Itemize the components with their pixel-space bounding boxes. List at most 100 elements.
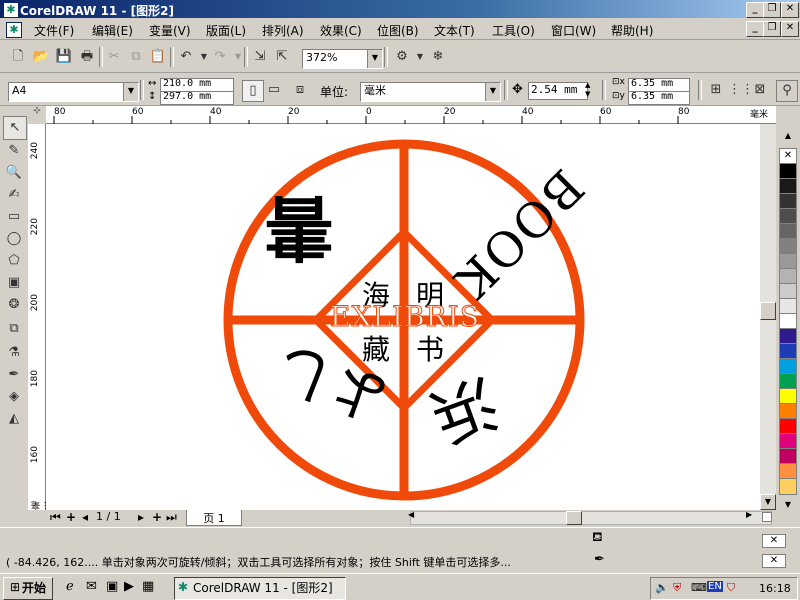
outline-tool-icon[interactable]: ✒ [3,364,25,386]
menu-layout[interactable]: 版面(L) [206,22,246,39]
menu-tools[interactable]: 工具(O) [492,22,535,39]
cut-icon[interactable]: ✂ [104,47,124,67]
corel-online-icon[interactable]: ❄ [428,47,448,67]
menu-text[interactable]: 文本(T) [434,22,475,39]
ie-icon[interactable]: ℯ [66,579,74,594]
menu-view[interactable]: 变量(V) [149,22,191,39]
undo-icon[interactable]: ↶ [176,47,196,67]
add-page-before-icon[interactable]: + [66,510,76,524]
drawing-canvas[interactable]: BOOK 書 よし 浜 海 明 藏 书 EXLIBRIS [46,124,760,510]
fill-tool-icon[interactable]: ◈ [3,386,25,408]
palette-swatch[interactable] [779,478,797,495]
desktop-icon[interactable]: ▣ [106,579,118,594]
chevron-down-icon[interactable]: ▼ [367,50,382,68]
interactive-blend-tool-icon[interactable]: ⧉ [3,318,25,340]
paste-icon[interactable]: 📋 [148,47,168,67]
page-tab[interactable]: 页 1 [186,510,242,526]
language-indicator[interactable]: EN [707,581,723,592]
unit-combo[interactable]: 毫米 ▼ [360,82,501,102]
last-page-icon[interactable]: ⏭ [166,510,177,525]
task-coreldraw[interactable]: CorelDRAW 11 - [图形2] [174,577,346,600]
horizontal-ruler[interactable]: 80 60 40 20 0 20 40 60 80 毫米 [46,106,776,124]
outlook-icon[interactable]: ✉ [86,579,97,594]
ellipse-tool-icon[interactable]: ◯ [3,228,25,250]
basic-shapes-tool-icon[interactable]: ▣ [3,272,25,294]
chevron-down-icon[interactable]: ▼ [123,83,138,101]
menu-edit[interactable]: 编辑(E) [92,22,133,39]
export-icon[interactable]: ⇱ [272,47,292,67]
vertical-ruler[interactable]: 240 220 200 180 160 毫米 [28,124,55,510]
pick-tool-icon[interactable]: ↖ [3,116,27,140]
prev-page-icon[interactable]: ◂ [82,510,88,524]
doc-close-button[interactable]: ✕ [781,21,799,37]
palette-scroll-down-icon[interactable]: ▼ [779,498,797,512]
application-launcher-icon[interactable]: ⚙ [392,47,412,67]
scroll-left-icon[interactable]: ◀ [408,510,414,519]
menu-help[interactable]: 帮助(H) [611,22,653,39]
open-icon[interactable]: 📂 [31,47,51,67]
print-icon[interactable]: 🖶 [77,47,97,67]
snap-to-grid-icon[interactable]: ⊞ [706,80,726,100]
app-shortcut-icon[interactable]: ▦ [142,579,154,594]
import-icon[interactable]: ⇲ [250,47,270,67]
spin-down-icon[interactable]: ▼ [585,90,590,98]
eyedropper-tool-icon[interactable]: ⚗ [3,342,25,364]
color-palette[interactable]: ✕ [779,148,797,498]
interactive-fill-tool-icon[interactable]: ◭ [3,408,25,430]
duplicate-y-field[interactable]: 6.35 mm [628,91,690,105]
doc-restore-button[interactable]: ❐ [763,21,781,37]
snap-to-objects-icon[interactable]: ⊠ [750,80,770,100]
options-icon[interactable]: ⚲ [776,80,798,102]
navigator-icon[interactable] [762,512,772,522]
snap-to-guidelines-icon[interactable]: ⋮⋮ [728,80,754,100]
menu-arrange[interactable]: 排列(A) [262,22,304,39]
zoom-combo[interactable]: 372% ▼ [302,49,383,69]
close-button[interactable]: ✕ [781,2,799,18]
horizontal-scrollbar[interactable] [410,511,772,525]
menu-effects[interactable]: 效果(C) [320,22,362,39]
shield-icon[interactable]: ⛉ [727,581,735,595]
launcher-dropdown-icon[interactable]: ▼ [410,47,430,67]
duplicate-x-field[interactable]: 6.35 mm [628,78,690,92]
page-size-combo[interactable]: A4 ▼ [8,82,139,102]
portrait-button[interactable]: ▯ [242,80,264,102]
document-icon[interactable]: ✱ [6,22,22,38]
coreldraw-app-icon[interactable]: ✱ [3,2,19,18]
redo-icon[interactable]: ↷ [210,47,230,67]
fill-none-swatch[interactable]: ✕ [762,534,786,548]
volume-icon[interactable]: 🔈 [655,581,669,594]
page-height-field[interactable]: 297.0 mm [160,91,234,105]
palette-scroll-up-icon[interactable]: ▲ [779,128,797,144]
zoom-tool-icon[interactable]: 🔍 [3,162,25,184]
antivirus-icon[interactable]: ⛨ [673,581,681,595]
restore-button[interactable]: ❐ [763,2,781,18]
minimize-button[interactable]: _ [746,2,764,18]
scroll-down-icon[interactable]: ▼ [760,494,776,510]
freehand-tool-icon[interactable]: ✍ [3,184,25,206]
chevron-down-icon[interactable]: ▼ [485,83,500,101]
landscape-button[interactable]: ▭ [264,80,284,100]
rectangle-tool-icon[interactable]: ▭ [3,206,25,228]
text-tool-icon[interactable]: ❂ [3,294,25,316]
doc-minimize-button[interactable]: _ [746,21,764,37]
ruler-origin-icon[interactable]: ⊹ [28,106,46,124]
media-icon[interactable]: ▶ [124,579,134,594]
page-layout-icon[interactable]: ⧈ [290,80,310,100]
next-page-icon[interactable]: ▸ [138,510,144,524]
shape-tool-icon[interactable]: ✎ [3,140,25,162]
first-page-icon[interactable]: ⏮ [50,510,61,525]
add-page-after-icon[interactable]: + [152,510,162,524]
save-icon[interactable]: 💾 [54,47,74,67]
h-scroll-thumb[interactable] [566,511,582,525]
menu-bitmaps[interactable]: 位图(B) [377,22,419,39]
scroll-right-icon[interactable]: ▶ [746,510,752,519]
scroll-thumb[interactable] [760,302,776,320]
copy-icon[interactable]: ⧉ [126,47,146,67]
spin-up-icon[interactable]: ▲ [585,81,590,89]
keyboard-icon[interactable]: ⌨ [691,581,707,594]
polygon-tool-icon[interactable]: ⬠ [3,250,25,272]
new-icon[interactable]: 🗋 [8,47,28,67]
menu-file[interactable]: 文件(F) [34,22,74,39]
vertical-scrollbar[interactable]: ▼ [760,124,776,510]
menu-window[interactable]: 窗口(W) [551,22,596,39]
